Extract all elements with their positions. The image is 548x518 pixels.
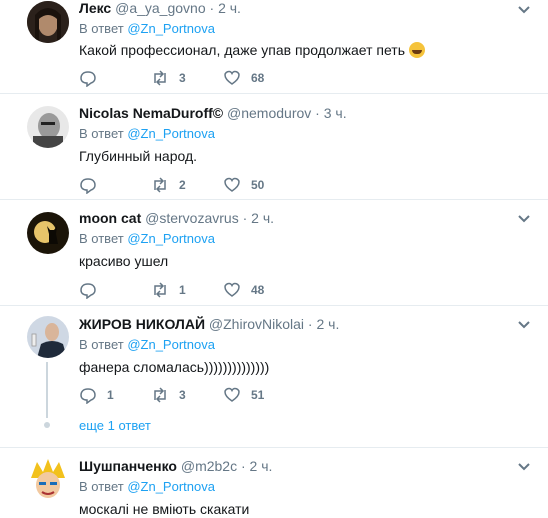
heart-icon bbox=[224, 282, 240, 297]
tweet-time[interactable]: 2 ч. bbox=[251, 210, 274, 226]
avatar[interactable] bbox=[27, 106, 69, 148]
reply-prefix: В ответ bbox=[79, 337, 124, 352]
heart-icon bbox=[224, 177, 240, 192]
tweet-1[interactable]: Лекс @a_ya_govno · 2 ч. В ответ @Zn_Port… bbox=[0, 0, 548, 95]
author-handle[interactable]: @a_ya_govno bbox=[115, 0, 206, 16]
tweet-2[interactable]: Nicolas NemaDuroff© @nemodurov · 3 ч. В … bbox=[0, 94, 548, 200]
reply-mention[interactable]: @Zn_Portnova bbox=[127, 21, 215, 36]
retweet-button[interactable]: 3 bbox=[151, 385, 186, 405]
reply-icon bbox=[80, 71, 96, 87]
like-button[interactable]: 48 bbox=[223, 280, 264, 300]
separator-dot: · bbox=[307, 316, 313, 332]
reply-button[interactable] bbox=[79, 280, 107, 300]
chevron-down-icon[interactable] bbox=[517, 460, 531, 474]
author-name[interactable]: Nicolas NemaDuroff© bbox=[79, 105, 223, 121]
tweet-5[interactable]: Шушпанченко @m2b2c · 2 ч. В ответ @Zn_Po… bbox=[0, 448, 548, 518]
like-count: 68 bbox=[251, 71, 265, 85]
thread-line bbox=[46, 362, 48, 418]
like-button[interactable]: 68 bbox=[223, 68, 264, 88]
avatar[interactable] bbox=[27, 1, 69, 43]
reply-mention[interactable]: @Zn_Portnova bbox=[127, 126, 215, 141]
tweet-time[interactable]: 3 ч. bbox=[324, 105, 347, 121]
reply-icon bbox=[80, 178, 96, 194]
tweet-3[interactable]: moon cat @stervozavrus · 2 ч. В ответ @Z… bbox=[0, 200, 548, 304]
tweet-time[interactable]: 2 ч. bbox=[250, 458, 273, 474]
reply-prefix: В ответ bbox=[79, 479, 124, 494]
chevron-down-icon[interactable] bbox=[517, 318, 531, 332]
avatar[interactable] bbox=[27, 316, 69, 358]
tweet-text: Глубинный народ. bbox=[79, 148, 198, 164]
thread-dot bbox=[44, 422, 50, 428]
reply-icon bbox=[80, 388, 96, 404]
retweet-button[interactable]: 3 bbox=[151, 68, 186, 88]
reply-prefix: В ответ bbox=[79, 126, 124, 141]
avatar[interactable] bbox=[27, 212, 69, 254]
reply-button[interactable] bbox=[79, 175, 107, 195]
tweet-text: москалі не вміють скакати bbox=[79, 501, 250, 517]
reply-mention[interactable]: @Zn_Portnova bbox=[127, 337, 215, 352]
separator-dot: · bbox=[240, 458, 246, 474]
separator-dot: · bbox=[315, 105, 320, 121]
tweet-text: Какой профессионал, даже упав продолжает… bbox=[79, 42, 405, 58]
separator-dot: · bbox=[209, 0, 215, 16]
heart-icon bbox=[224, 387, 240, 402]
retweet-count: 1 bbox=[179, 283, 186, 297]
reply-button[interactable] bbox=[79, 68, 107, 88]
author-name[interactable]: Шушпанченко bbox=[79, 458, 177, 474]
retweet-count: 3 bbox=[179, 71, 186, 85]
tweet-time[interactable]: 2 ч. bbox=[316, 316, 339, 332]
tweet-text: фанера сломалась)))))))))))))) bbox=[79, 359, 270, 375]
reply-icon bbox=[80, 283, 96, 299]
chevron-down-icon[interactable] bbox=[517, 3, 531, 17]
author-handle[interactable]: @ZhirovNikolai bbox=[209, 316, 304, 332]
tweet-text: красиво ушел bbox=[79, 253, 169, 269]
grinning-face-emoji-icon bbox=[408, 42, 425, 58]
author-handle[interactable]: @nemodurov bbox=[227, 105, 311, 121]
reply-count: 1 bbox=[107, 388, 114, 402]
like-count: 50 bbox=[251, 178, 265, 192]
like-button[interactable]: 51 bbox=[223, 385, 264, 405]
retweet-icon bbox=[154, 387, 166, 403]
retweet-count: 3 bbox=[179, 388, 186, 402]
retweet-icon bbox=[154, 282, 166, 298]
reply-mention[interactable]: @Zn_Portnova bbox=[127, 231, 215, 246]
reply-button[interactable]: 1 bbox=[79, 385, 114, 405]
separator-dot: · bbox=[242, 210, 248, 226]
author-name[interactable]: Лекс bbox=[79, 0, 111, 16]
reply-mention[interactable]: @Zn_Portnova bbox=[127, 479, 215, 494]
retweet-button[interactable]: 2 bbox=[151, 175, 186, 195]
show-more-replies-link[interactable]: еще 1 ответ bbox=[79, 418, 151, 434]
like-button[interactable]: 50 bbox=[223, 175, 264, 195]
author-name[interactable]: moon cat bbox=[79, 210, 141, 226]
like-count: 48 bbox=[251, 283, 265, 297]
author-handle[interactable]: @stervozavrus bbox=[145, 210, 239, 226]
avatar[interactable] bbox=[27, 458, 69, 500]
retweet-icon bbox=[154, 177, 166, 193]
reply-prefix: В ответ bbox=[79, 21, 124, 36]
heart-icon bbox=[224, 70, 240, 85]
tweet-4[interactable]: ЖИРОВ НИКОЛАЙ @ZhirovNikolai · 2 ч. В от… bbox=[0, 306, 548, 446]
retweet-icon bbox=[154, 70, 166, 86]
author-handle[interactable]: @m2b2c bbox=[181, 458, 237, 474]
retweet-button[interactable]: 1 bbox=[151, 280, 186, 300]
like-count: 51 bbox=[251, 388, 265, 402]
retweet-count: 2 bbox=[179, 178, 186, 192]
tweet-time[interactable]: 2 ч. bbox=[218, 0, 241, 16]
chevron-down-icon[interactable] bbox=[517, 212, 531, 226]
author-name[interactable]: ЖИРОВ НИКОЛАЙ bbox=[79, 316, 205, 332]
reply-prefix: В ответ bbox=[79, 231, 124, 246]
